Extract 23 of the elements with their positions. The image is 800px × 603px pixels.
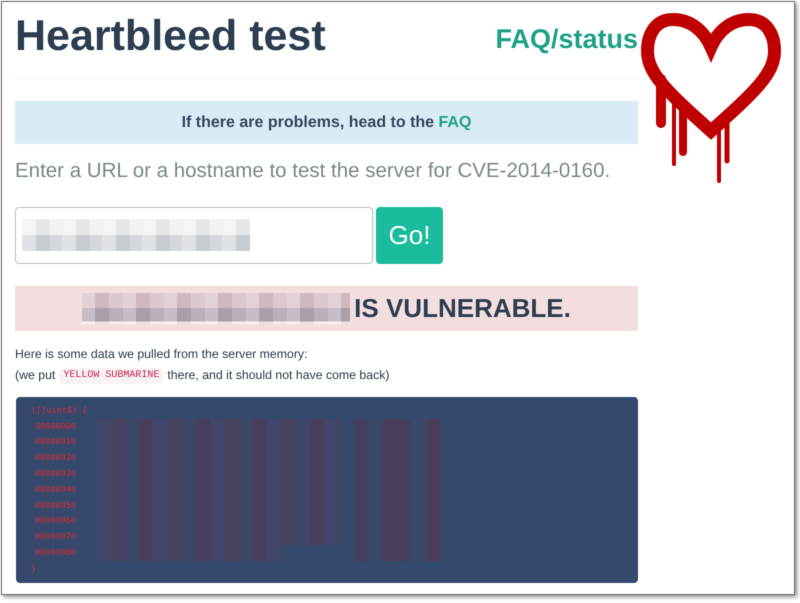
hex-offset: 00000020 <box>35 452 77 464</box>
explanation-text: (we put <box>15 367 56 384</box>
faq-link[interactable]: FAQ <box>438 114 472 130</box>
hex-offset: 00000010 <box>35 436 77 448</box>
notice-text: If there are problems, head to the FAQ <box>182 114 472 132</box>
verdict-text: IS VULNERABLE. <box>354 293 571 324</box>
instructions-text: Enter a URL or a hostname to test the server for CVE-2014-0160. <box>15 158 612 184</box>
hex-offset: 00000030 <box>35 468 77 480</box>
code-snippet: YELLOW SUBMARINE <box>59 368 164 384</box>
hex-offset: 00000080 <box>35 547 77 560</box>
faq-status-link[interactable]: FAQ/status <box>495 22 638 56</box>
page-title: Heartbleed test <box>15 13 326 61</box>
hex-offset: 00000050 <box>35 500 77 512</box>
go-button[interactable]: Go! <box>376 207 443 264</box>
hex-offset: 00000040 <box>35 484 77 496</box>
dump-type-text: ([]uint8) { <box>31 404 88 417</box>
hex-offset: 00000000 <box>35 420 77 433</box>
hex-offset: 00000070 <box>35 531 77 544</box>
explanation-text: there, and it should not have come back) <box>167 367 390 384</box>
url-input-field[interactable] <box>15 207 373 264</box>
hex-offset: 00000060 <box>35 515 77 528</box>
closing-brace: } <box>31 562 36 575</box>
explanation-text: Here is some data we pulled from the server memory: <box>15 346 309 363</box>
